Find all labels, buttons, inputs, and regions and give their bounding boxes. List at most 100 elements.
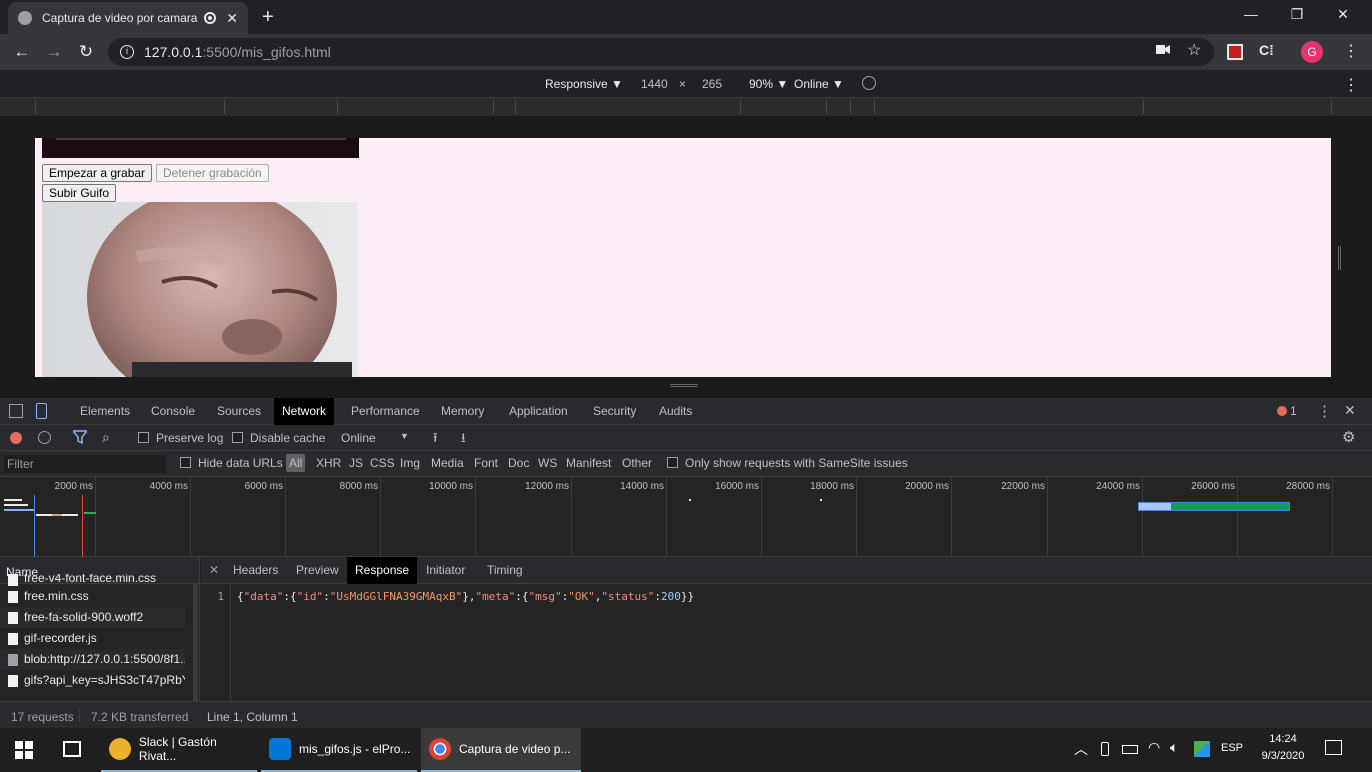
upload-guifo-button[interactable]: Subir Guifo <box>42 184 117 202</box>
type-filter-xhr[interactable]: XHR <box>316 456 341 470</box>
task-view-icon[interactable] <box>63 741 81 757</box>
tab-sources[interactable]: Sources <box>209 398 269 425</box>
notifications-icon[interactable] <box>1325 740 1342 755</box>
response-body[interactable]: {"data":{"id":"UsMdGGlFNA39GMAqxB"},"met… <box>237 590 694 603</box>
back-arrow-icon[interactable]: ← <box>10 42 34 62</box>
rotate-icon[interactable] <box>862 76 876 90</box>
response-viewer[interactable]: 1 {"data":{"id":"UsMdGGlFNA39GMAqxB"},"m… <box>201 584 1372 701</box>
type-filter-manifest[interactable]: Manifest <box>566 456 611 470</box>
type-filter-ws[interactable]: WS <box>538 456 557 470</box>
list-item[interactable]: blob:http://127.0.0.1:5500/8f1... <box>0 649 185 670</box>
windows-start-icon[interactable] <box>15 741 33 762</box>
type-filter-all[interactable]: All <box>286 454 306 472</box>
list-item[interactable]: gif-recorder.js <box>0 628 185 649</box>
chevron-down-icon[interactable]: ▼ <box>400 431 409 441</box>
speaker-icon[interactable]: 🔈︎ <box>1170 739 1178 756</box>
menu-dots-icon[interactable]: ⋮ <box>1343 41 1359 61</box>
type-filter-other[interactable]: Other <box>622 456 652 470</box>
record-icon[interactable] <box>10 432 22 444</box>
stop-recording-button[interactable]: Detener grabación <box>156 164 269 182</box>
taskbar-app-chrome[interactable]: Captura de video p... <box>421 728 581 772</box>
tab-headers[interactable]: Headers <box>225 557 286 584</box>
type-filter-css[interactable]: CSS <box>370 456 395 470</box>
device-mode-select[interactable]: Responsive ▼ <box>545 77 623 91</box>
list-item[interactable]: free.min.css <box>0 586 185 607</box>
device-menu-icon[interactable]: ⋮ <box>1343 75 1359 95</box>
new-tab-button[interactable]: + <box>262 6 274 29</box>
usb-icon[interactable] <box>1101 742 1109 756</box>
extension-icon[interactable] <box>1227 44 1243 60</box>
resize-handle-icon[interactable] <box>670 384 698 387</box>
request-list-scrollbar[interactable] <box>193 584 198 701</box>
taskbar-app-slack[interactable]: Slack | Gastón Rivat... <box>101 728 257 772</box>
tab-application[interactable]: Application <box>501 398 576 425</box>
restore-button[interactable]: ❐ <box>1274 6 1320 23</box>
search-icon[interactable]: ⌕ <box>102 429 110 446</box>
device-toggle-icon[interactable] <box>36 403 47 419</box>
type-filter-img[interactable]: Img <box>400 456 420 470</box>
media-query-bar[interactable] <box>0 98 1372 116</box>
type-filter-js[interactable]: JS <box>349 456 363 470</box>
filter-input[interactable]: Filter <box>4 455 166 473</box>
filter-funnel-icon[interactable] <box>71 430 89 447</box>
side-resize-handle-icon[interactable] <box>1338 246 1341 270</box>
address-bar[interactable]: i 127.0.0.1:5500/mis_gifos.html <box>108 38 1214 66</box>
error-count[interactable]: 1 <box>1290 404 1297 418</box>
hide-data-urls-checkbox[interactable] <box>180 457 191 468</box>
start-recording-button[interactable]: Empezar a grabar <box>42 164 153 182</box>
list-item[interactable]: free-fa-solid-900.woff2 <box>0 607 185 628</box>
preserve-log-checkbox[interactable] <box>138 432 149 443</box>
tab-console[interactable]: Console <box>143 398 203 425</box>
devtools-menu-icon[interactable]: ⋮ <box>1317 402 1332 420</box>
clear-icon[interactable] <box>38 431 51 444</box>
clock-date[interactable]: 9/3/2020 <box>1256 750 1310 762</box>
samesite-checkbox[interactable] <box>667 457 678 468</box>
list-item[interactable]: gifs?api_key=sJHS3cT47pRbY... <box>0 670 185 691</box>
tray-app-icon[interactable] <box>1194 741 1210 757</box>
window-close-button[interactable]: ✕ <box>1320 6 1366 23</box>
browser-tab[interactable]: Captura de video por camara ✕ <box>8 2 248 34</box>
export-har-icon[interactable]: ⭳ <box>461 429 466 451</box>
settings-gear-icon[interactable]: ⚙ <box>1342 428 1355 446</box>
type-filter-media[interactable]: Media <box>431 456 464 470</box>
avatar[interactable]: G <box>1301 41 1323 63</box>
network-throttle-select[interactable]: Online ▼ <box>794 77 844 91</box>
import-har-icon[interactable]: ⭱ <box>433 429 438 451</box>
tab-performance[interactable]: Performance <box>343 398 428 425</box>
language-indicator[interactable]: ESP <box>1221 742 1243 754</box>
tab-security[interactable]: Security <box>585 398 644 425</box>
tab-network[interactable]: Network <box>274 398 335 425</box>
wifi-icon[interactable]: ◠ <box>1148 739 1160 756</box>
taskbar-app-vscode[interactable]: mis_gifos.js - elPro... <box>261 728 417 772</box>
minimize-button[interactable]: — <box>1228 6 1274 22</box>
device-width-input[interactable]: 1440 <box>641 77 668 91</box>
throttle-select[interactable]: Online <box>341 431 376 445</box>
zoom-select[interactable]: 90% ▼ <box>749 77 788 91</box>
camera-icon[interactable] <box>1156 42 1170 58</box>
battery-icon[interactable] <box>1122 745 1138 754</box>
error-icon[interactable] <box>1277 406 1287 416</box>
chevron-up-icon[interactable]: ︿ <box>1074 739 1088 759</box>
disable-cache-checkbox[interactable] <box>232 432 243 443</box>
tab-timing[interactable]: Timing <box>479 557 531 584</box>
network-timeline-overview[interactable]: 2000 ms 4000 ms 6000 ms 8000 ms 10000 ms… <box>0 477 1372 557</box>
tab-memory[interactable]: Memory <box>433 398 492 425</box>
tab-initiator[interactable]: Initiator <box>418 557 473 584</box>
tab-elements[interactable]: Elements <box>72 398 138 425</box>
reload-icon[interactable]: ↻ <box>74 42 98 62</box>
clock-time[interactable]: 14:24 <box>1266 733 1300 745</box>
tab-response[interactable]: Response <box>347 557 418 584</box>
devtools-close-icon[interactable]: ✕ <box>1344 402 1356 419</box>
tab-close-icon[interactable]: ✕ <box>226 10 238 27</box>
site-info-icon[interactable]: i <box>120 45 134 59</box>
bookmark-star-icon[interactable]: ☆ <box>1187 40 1201 60</box>
list-item[interactable]: free-v4-font-face.min.css <box>0 574 185 586</box>
tab-audits[interactable]: Audits <box>651 398 700 425</box>
forward-arrow-icon[interactable]: → <box>42 42 66 62</box>
inspect-element-icon[interactable] <box>9 404 23 418</box>
device-height-input[interactable]: 265 <box>702 77 722 91</box>
extension-c-icon[interactable]: C⁞ <box>1259 42 1274 58</box>
tab-preview[interactable]: Preview <box>288 557 347 584</box>
type-filter-doc[interactable]: Doc <box>508 456 529 470</box>
type-filter-font[interactable]: Font <box>474 456 498 470</box>
